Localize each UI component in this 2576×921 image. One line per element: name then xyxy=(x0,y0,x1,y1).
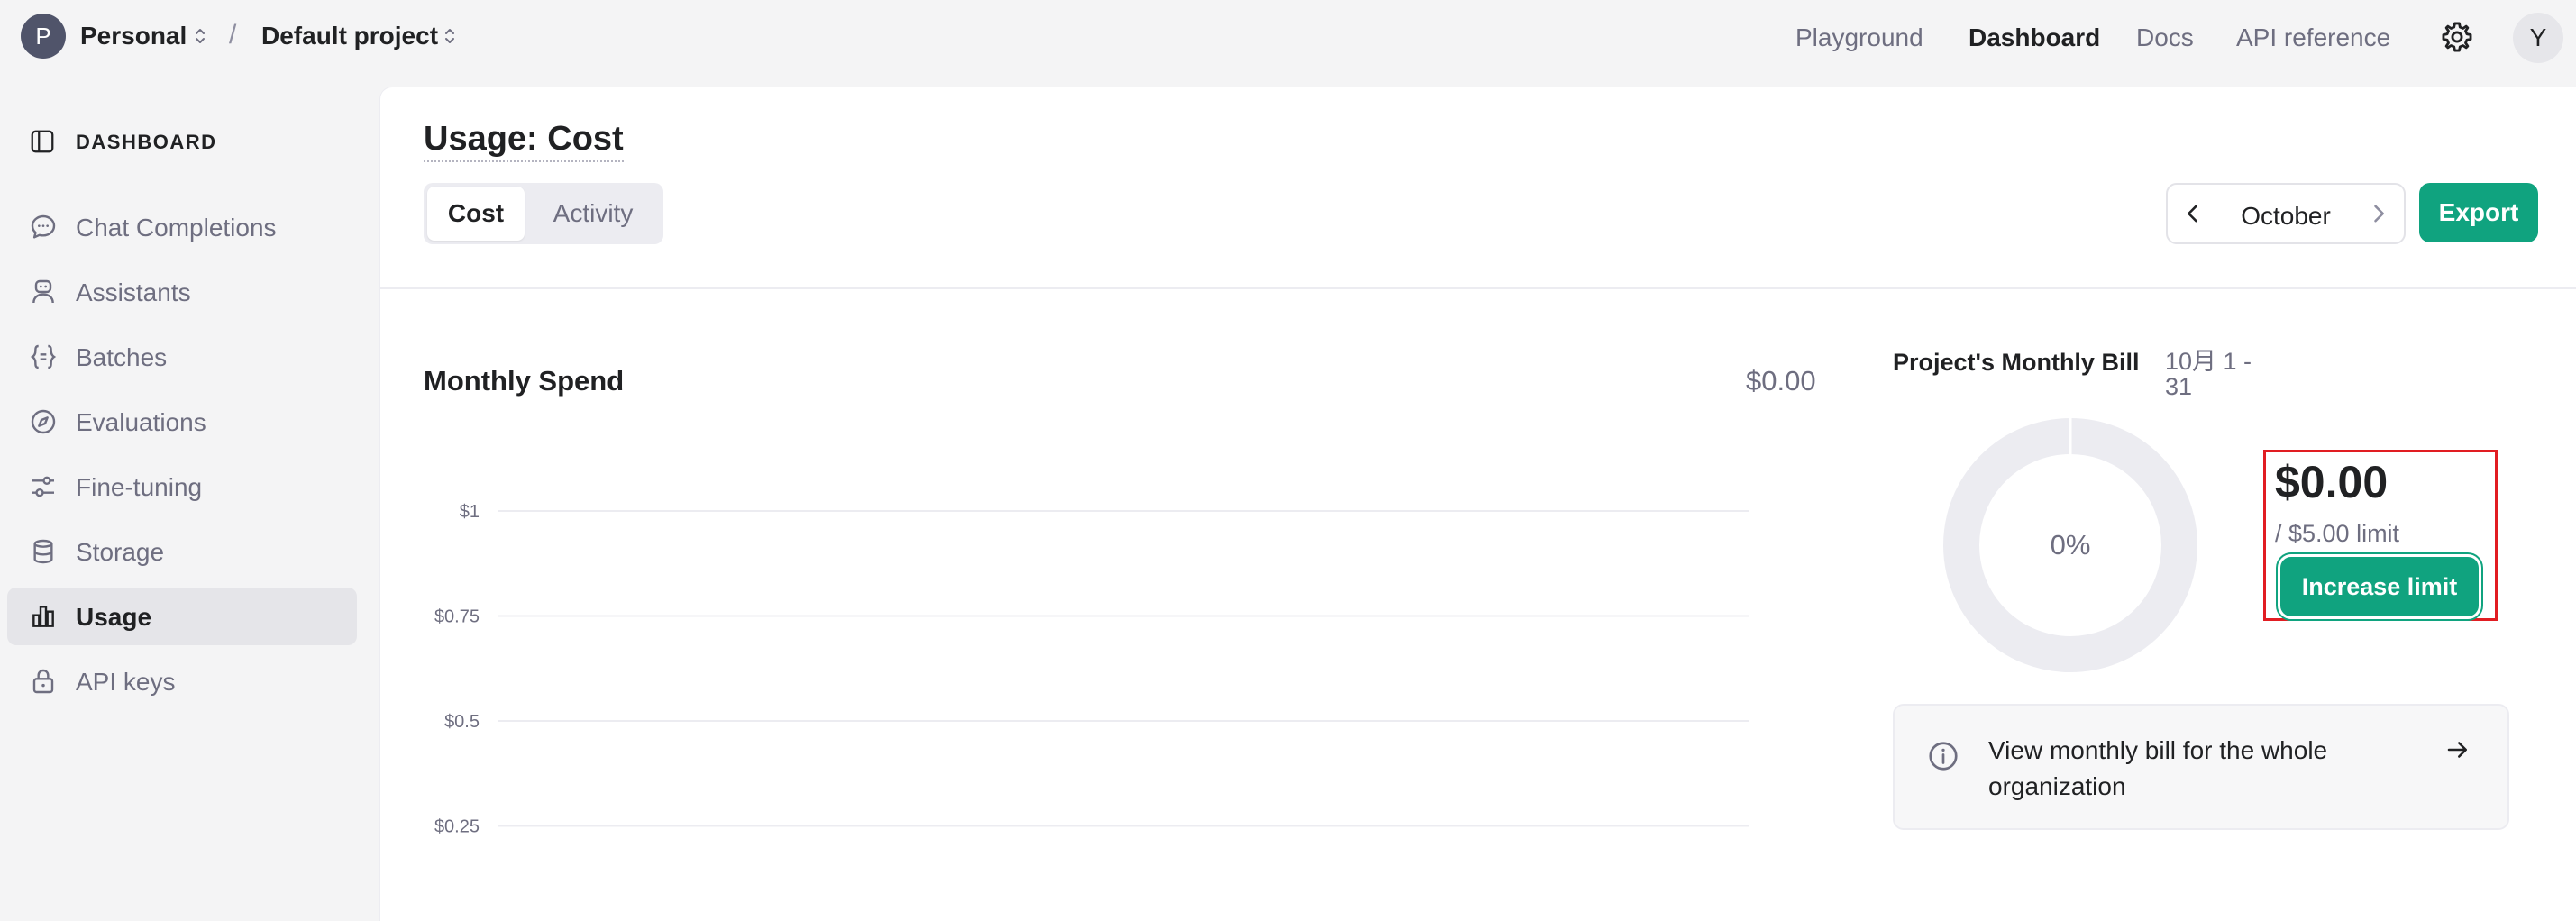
sidebar-item-label: API keys xyxy=(76,668,176,696)
tab-cost[interactable]: Cost xyxy=(427,187,525,241)
org-selector[interactable]: Personal xyxy=(80,22,187,50)
y-tick-label: $0.75 xyxy=(434,607,480,627)
monthly-bill-range: 10月 1 - 31 xyxy=(2165,348,2252,400)
y-tick-label: $0.5 xyxy=(444,712,480,732)
y-tick-label: $0.25 xyxy=(434,817,480,837)
bar-chart-icon xyxy=(32,606,54,627)
highlight-box: $0.00 / $5.00 limit Increase limit xyxy=(2263,450,2498,621)
sliders-icon xyxy=(32,476,54,497)
top-bar: P Personal / Default project Playground … xyxy=(0,0,2576,76)
chevron-updown-icon[interactable] xyxy=(443,25,456,47)
sidebar-item-label: Batches xyxy=(76,343,168,371)
bill-percent: 0% xyxy=(2050,529,2091,561)
sidebar-item-label: Chat Completions xyxy=(76,214,277,242)
y-tick-label: $1 xyxy=(460,502,480,522)
info-icon xyxy=(1929,742,1958,771)
sidebar-header: DASHBOARD xyxy=(76,131,217,153)
usage-tabs: Cost Activity xyxy=(424,183,663,244)
compass-icon xyxy=(31,409,56,434)
divider xyxy=(380,287,2576,289)
nav-dashboard[interactable]: Dashboard xyxy=(1969,23,2100,52)
org-avatar[interactable]: P xyxy=(21,14,66,59)
sidebar-item-label: Fine-tuning xyxy=(76,473,203,501)
sidebar-item-storage[interactable]: Storage xyxy=(7,523,357,580)
sidebar-item-api-keys[interactable]: API keys xyxy=(7,652,357,710)
org-bill-link[interactable]: View monthly bill for the whole organiza… xyxy=(1893,704,2509,830)
tab-activity[interactable]: Activity xyxy=(526,187,660,241)
export-button[interactable]: Export xyxy=(2419,183,2538,242)
lock-icon xyxy=(32,669,54,694)
monthly-spend-title: Monthly Spend xyxy=(424,365,625,397)
monthly-bill-title: Project's Monthly Bill xyxy=(1893,349,2140,376)
sidebar-toggle-icon[interactable] xyxy=(29,128,56,155)
org-bill-link-text: View monthly bill for the whole organiza… xyxy=(1988,736,2328,800)
monthly-spend-chart: $0$0.25$0.5$0.75$101 Oct08 Oct15 Oct22 O… xyxy=(434,502,1749,837)
sidebar-item-chat-completions[interactable]: Chat Completions xyxy=(7,198,357,256)
chat-icon xyxy=(31,214,56,239)
robot-icon xyxy=(32,279,54,304)
database-icon xyxy=(33,539,53,564)
sidebar-item-usage[interactable]: Usage xyxy=(7,588,357,645)
gear-icon[interactable] xyxy=(2440,20,2474,54)
sidebar-item-fine-tuning[interactable]: Fine-tuning xyxy=(7,458,357,515)
monthly-spend-total: $0.00 xyxy=(1746,365,1816,397)
nav-api-reference[interactable]: API reference xyxy=(2236,23,2390,52)
sidebar-item-label: Usage xyxy=(76,603,152,631)
project-selector[interactable]: Default project xyxy=(261,22,438,50)
user-avatar[interactable]: Y xyxy=(2513,13,2563,63)
sidebar-item-evaluations[interactable]: Evaluations xyxy=(7,393,357,451)
sidebar-item-label: Assistants xyxy=(76,278,191,306)
breadcrumb-separator: / xyxy=(229,20,237,50)
nav-docs[interactable]: Docs xyxy=(2136,23,2194,52)
arrow-right-icon xyxy=(2447,742,2467,758)
nav-playground[interactable]: Playground xyxy=(1795,23,1923,52)
chevron-updown-icon[interactable] xyxy=(194,25,206,47)
chevron-right-icon[interactable] xyxy=(2366,201,2391,226)
month-picker: October xyxy=(2166,183,2406,244)
increase-limit-button[interactable]: Increase limit xyxy=(2280,557,2479,616)
bill-limit: / $5.00 limit xyxy=(2275,520,2400,547)
main-panel: Usage: Cost Cost Activity October Export… xyxy=(379,87,2576,921)
bill-amount: $0.00 xyxy=(2275,457,2389,507)
sidebar-item-label: Storage xyxy=(76,538,165,566)
braces-icon xyxy=(30,344,57,369)
page-title: Usage: Cost xyxy=(424,120,624,162)
sidebar-item-label: Evaluations xyxy=(76,408,206,436)
sidebar-item-assistants[interactable]: Assistants xyxy=(7,263,357,321)
sidebar-item-batches[interactable]: Batches xyxy=(7,328,357,386)
